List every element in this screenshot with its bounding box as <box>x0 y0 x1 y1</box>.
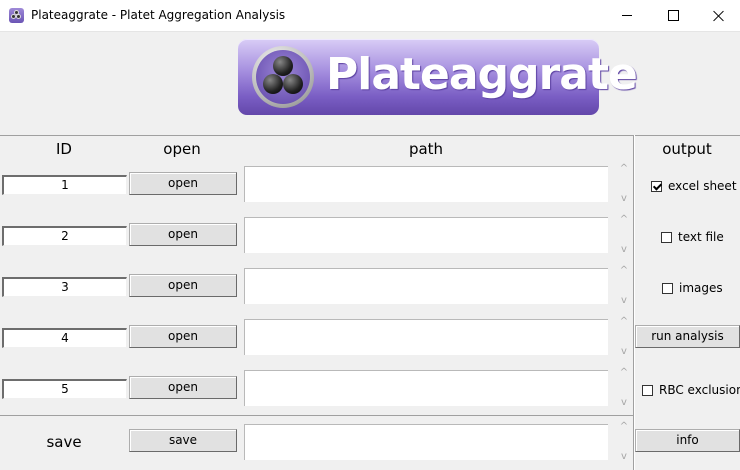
path-field-5[interactable] <box>244 370 608 406</box>
close-icon <box>713 10 725 22</box>
path-scroll-5[interactable]: ^ v <box>619 367 629 415</box>
title-bar: Plateaggrate - Platet Aggregation Analys… <box>0 0 740 32</box>
path-scroll-1[interactable]: ^ v <box>619 163 629 211</box>
open-button-2[interactable]: open <box>129 223 237 246</box>
path-field-4[interactable] <box>244 319 608 355</box>
info-button[interactable]: info <box>635 429 740 452</box>
path-scroll-3[interactable]: ^ v <box>619 265 629 313</box>
path-field-3[interactable] <box>244 268 608 304</box>
text-file-checkbox[interactable]: text file <box>661 230 724 244</box>
path-field-1[interactable] <box>244 166 608 202</box>
maximize-icon <box>667 10 679 21</box>
three-platelets-sphere-icon <box>252 46 314 108</box>
checkbox-icon <box>661 231 672 243</box>
run-analysis-button[interactable]: run analysis <box>635 325 740 348</box>
open-header: open <box>163 140 201 158</box>
open-button-3[interactable]: open <box>129 274 237 297</box>
id-field-5[interactable]: 5 <box>2 379 127 399</box>
rbc-exclusion-checkbox[interactable]: RBC exclusion <box>642 383 740 397</box>
minimize-icon <box>622 15 632 16</box>
logo-text: Plateaggrate <box>326 49 638 100</box>
path-field-2[interactable] <box>244 217 608 253</box>
id-field-1[interactable]: 1 <box>2 175 127 195</box>
save-button[interactable]: save <box>129 429 237 452</box>
bottom-separator <box>0 415 634 416</box>
top-separator <box>0 135 740 136</box>
minimize-button[interactable] <box>604 0 650 31</box>
path-scroll-4[interactable]: ^ v <box>619 316 629 364</box>
save-path-field[interactable] <box>244 424 608 460</box>
open-button-4[interactable]: open <box>129 325 237 348</box>
save-path-scroll[interactable]: ^ v <box>619 421 629 470</box>
open-button-1[interactable]: open <box>129 172 237 195</box>
text-file-label: text file <box>678 230 724 244</box>
open-button-5[interactable]: open <box>129 376 237 399</box>
images-label: images <box>679 281 723 295</box>
maximize-button[interactable] <box>650 0 696 31</box>
checkbox-icon <box>642 384 653 396</box>
save-label: save <box>46 433 82 451</box>
id-header: ID <box>56 140 72 158</box>
output-header: output <box>662 140 712 158</box>
app-icon <box>9 8 24 23</box>
close-button[interactable] <box>696 0 740 31</box>
path-header: path <box>408 140 444 158</box>
path-scroll-2[interactable]: ^ v <box>619 214 629 262</box>
checkbox-icon <box>662 282 673 294</box>
excel-sheet-label: excel sheet <box>668 179 737 193</box>
checkbox-checked-icon <box>651 180 662 192</box>
plateaggrate-logo: Plateaggrate <box>238 39 638 115</box>
excel-sheet-checkbox[interactable]: excel sheet <box>651 179 737 193</box>
id-field-4[interactable]: 4 <box>2 328 127 348</box>
images-checkbox[interactable]: images <box>662 281 723 295</box>
window-title: Plateaggrate - Platet Aggregation Analys… <box>31 8 286 22</box>
rbc-exclusion-label: RBC exclusion <box>659 383 740 397</box>
id-field-2[interactable]: 2 <box>2 226 127 246</box>
id-field-3[interactable]: 3 <box>2 277 127 297</box>
